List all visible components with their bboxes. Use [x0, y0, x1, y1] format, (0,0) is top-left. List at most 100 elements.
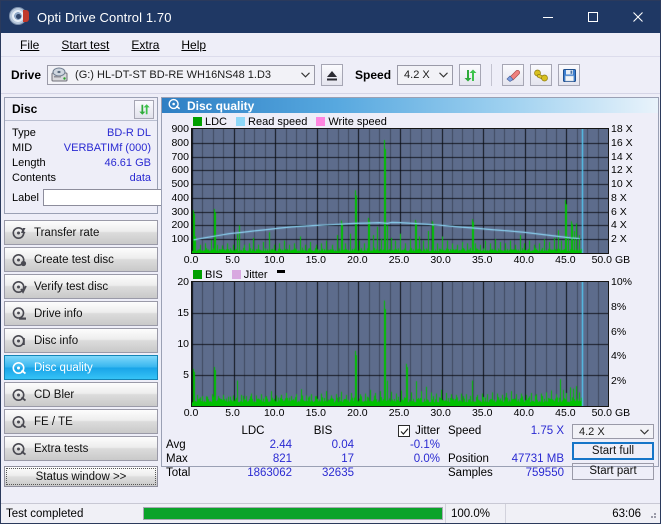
drive-label: Drive: [11, 68, 42, 82]
stats-area: Avg Max Total LDC 2.44 821 1863062 BIS 0…: [162, 420, 658, 480]
nav-list: Transfer rate Create test disc Verify te…: [4, 220, 158, 461]
resize-grip[interactable]: [646, 508, 658, 520]
disc-icon: [9, 7, 29, 27]
ldc-chart-legend: LDC Read speed Write speed: [165, 115, 655, 128]
menu-file[interactable]: File: [9, 36, 50, 54]
app-window: Opti Drive Control 1.70 File Start test …: [0, 0, 661, 524]
legend-ldc: LDC: [193, 116, 227, 128]
status-window-button[interactable]: Status window >>: [4, 466, 158, 487]
legend-label: LDC: [205, 115, 228, 128]
axis-tick-label: 5.0: [225, 407, 240, 419]
progress-bar-fill: [144, 508, 442, 519]
samples-value: 759550: [525, 467, 564, 479]
legend-swatch: [193, 117, 202, 126]
save-button[interactable]: [558, 64, 581, 86]
sidebar-item-label: CD Bler: [34, 388, 75, 401]
sidebar-item-label: FE / TE: [34, 415, 73, 428]
axis-tick-label: 5: [183, 369, 189, 381]
menu-extra-label: Extra: [131, 37, 160, 52]
chevron-down-icon: [635, 429, 653, 435]
axis-tick-label: 20: [177, 276, 189, 288]
axis-tick-label: 2 X: [611, 233, 627, 246]
sidebar-item-fe-te[interactable]: FE / TE: [4, 409, 158, 434]
refresh-button[interactable]: [459, 64, 482, 86]
bis-plot-area[interactable]: [191, 281, 609, 407]
disc-speed-icon: [12, 226, 27, 240]
stats-col-ldc: LDC 2.44 821 1863062: [214, 424, 292, 480]
drive-toolbar: Drive (G:) HL-DT-ST BD-RE WH16NS48 1.D3 …: [1, 57, 660, 94]
ldc-plot-area[interactable]: [191, 128, 609, 254]
stats-col-jitter: Jitter -0.1% 0.0%: [354, 424, 440, 480]
disc-row-type-value: BD-R DL: [106, 126, 151, 139]
ldc-x-axis: 0.0 5.0 10.0 15.0 20.0 25.0 30.0 35.0 40.0 45.0 50…: [184, 254, 630, 267]
close-icon[interactable]: [615, 1, 660, 33]
stats-col-meta-values: 1.75 X 47731 MB 759550: [502, 424, 564, 480]
disc-panel-title: Disc: [12, 102, 38, 116]
stats-row-headers: Avg Max Total: [166, 424, 214, 480]
stats-ldc-total: 1863062: [247, 467, 292, 479]
sidebar-item-drive-info[interactable]: Drive info: [4, 301, 158, 326]
jitter-header: Jitter: [354, 424, 440, 438]
window-controls: [525, 1, 660, 33]
drive-select[interactable]: (G:) HL-DT-ST BD-RE WH16NS48 1.D3: [47, 65, 316, 85]
axis-tick-label: 6 X: [611, 205, 627, 218]
ldc-chart-zone: LDC Read speed Write speed 900 800 700 600 5…: [162, 113, 658, 267]
drive-info-icon: [12, 306, 27, 321]
erase-button[interactable]: [502, 64, 525, 86]
sidebar-item-disc-quality[interactable]: Disc quality: [4, 355, 158, 380]
sidebar-item-transfer-rate[interactable]: Transfer rate: [4, 220, 158, 245]
menu-bar: File Start test Extra Help: [1, 33, 660, 57]
menu-help[interactable]: Help: [170, 36, 217, 54]
legend-write-speed: Write speed: [316, 116, 387, 128]
disc-row-length: Length 46.61 GB: [12, 155, 151, 170]
disc-row-type: Type BD-R DL: [12, 125, 151, 140]
disc-refresh-button[interactable]: [134, 99, 154, 119]
axis-tick-label: 20.0: [347, 407, 368, 419]
axis-tick-label: 4 X: [611, 219, 627, 232]
sidebar-item-verify-test-disc[interactable]: Verify test disc: [4, 274, 158, 299]
disc-quality-panel: Disc quality LDC Read speed Write speed …: [161, 97, 659, 480]
menu-extra[interactable]: Extra: [120, 36, 170, 54]
axis-tick-label: 700: [171, 150, 189, 163]
stats-meta-spacer-2: [502, 438, 564, 452]
axis-tick-label: 200: [171, 219, 189, 232]
sidebar-item-create-test-disc[interactable]: Create test disc: [4, 247, 158, 272]
start-part-button[interactable]: Start part: [572, 462, 654, 480]
axis-tick-label: 50.0 GB: [591, 407, 631, 419]
progress-percent: 100.0%: [445, 504, 505, 523]
axis-tick-label: 300: [171, 205, 189, 218]
axis-tick-label: 0.0: [183, 407, 199, 419]
chevron-down-icon: [296, 72, 314, 78]
axis-tick-label: 35.0: [471, 254, 493, 266]
stats-jitter-blank: [354, 466, 440, 480]
axis-tick-label: 400: [171, 191, 189, 204]
stats-bis-avg: 0.04: [331, 439, 354, 451]
ldc-y2-axis: 18 X 16 X 14 X 12 X 10 X8 X6 X4 X2 X: [609, 124, 655, 254]
minimize-icon[interactable]: [525, 1, 570, 33]
sidebar-item-cd-bler[interactable]: CD Bler: [4, 382, 158, 407]
position-key: Position: [448, 453, 489, 465]
sidebar-item-extra-tests[interactable]: Extra tests: [4, 436, 158, 461]
jitter-checkbox[interactable]: [398, 425, 411, 437]
maximize-icon[interactable]: [570, 1, 615, 33]
stats-bis-header: BIS: [313, 425, 333, 437]
disc-row-length-key: Length: [12, 156, 46, 169]
sidebar-item-label: Disc quality: [34, 361, 93, 374]
sidebar-item-disc-info[interactable]: Disc info: [4, 328, 158, 353]
elapsed-time: 63:06: [505, 504, 646, 523]
axis-tick-label: 10.0: [263, 254, 285, 266]
axis-tick-label: 8 X: [611, 191, 627, 204]
stats-actions: 4.2 X Start full Start part: [564, 424, 654, 480]
legend-label: Read speed: [248, 115, 308, 128]
start-full-button[interactable]: Start full: [572, 442, 654, 460]
axis-tick-label: 900: [171, 123, 189, 135]
menu-start-test[interactable]: Start test: [50, 36, 120, 54]
status-window-wrap: Status window >>: [4, 466, 158, 487]
jitter-label: Jitter: [415, 425, 440, 437]
eject-button[interactable]: [321, 64, 344, 86]
test-speed-select[interactable]: 4.2 X: [572, 424, 654, 440]
axis-tick-label: 12 X: [611, 164, 633, 177]
speed-select[interactable]: 4.2 X: [397, 65, 454, 85]
tools-button[interactable]: [530, 64, 553, 86]
disc-verify-icon: [12, 280, 27, 294]
